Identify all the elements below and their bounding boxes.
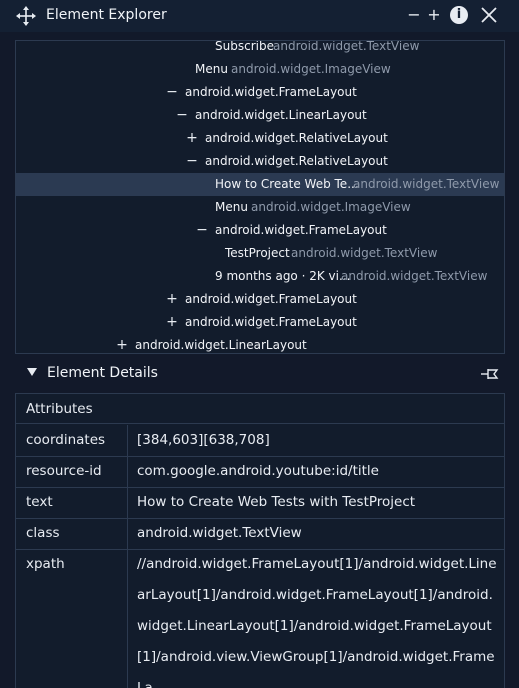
tree-node-class: android.widget.ImageView <box>251 200 411 214</box>
collapse-icon[interactable]: − <box>176 104 188 127</box>
tree-node[interactable]: + android.widget.FrameLayout <box>16 311 504 334</box>
tree-node[interactable]: − android.widget.RelativeLayout <box>16 150 504 173</box>
attr-key: xpath <box>16 549 128 688</box>
tree-node-name: android.widget.FrameLayout <box>215 223 387 237</box>
collapse-triangle-icon[interactable] <box>27 368 37 376</box>
table-row: class android.widget.TextView <box>16 518 504 550</box>
tree-node-class: android.widget.TextView <box>291 246 438 260</box>
tree-node-name: android.widget.RelativeLayout <box>205 154 388 168</box>
close-icon[interactable] <box>480 6 498 24</box>
collapse-icon[interactable]: − <box>186 150 198 173</box>
add-icon[interactable]: + <box>424 4 444 26</box>
pin-icon[interactable] <box>481 367 499 381</box>
info-icon[interactable]: i <box>450 6 468 24</box>
tree-node-name: android.widget.FrameLayout <box>185 315 357 329</box>
tree-node[interactable]: TestProject android.widget.TextView <box>16 242 504 265</box>
tree-node[interactable]: Menu android.widget.ImageView <box>16 196 504 219</box>
tree-node-class: android.widget.ImageView <box>231 62 391 76</box>
attr-value[interactable]: How to Create Web Tests with TestProject <box>137 487 497 518</box>
tree-node-class: android.widget.TextView <box>353 177 500 191</box>
table-header: Attributes <box>16 394 504 424</box>
element-tree[interactable]: Subscribe android.widget.TextView Menu a… <box>15 40 505 354</box>
expand-icon[interactable]: + <box>166 311 178 334</box>
tree-node[interactable]: + android.widget.LinearLayout <box>16 334 504 353</box>
attr-key: resource-id <box>16 456 128 487</box>
tree-node-name: android.widget.LinearLayout <box>135 338 307 352</box>
table-row: coordinates [384,603][638,708] <box>16 425 504 457</box>
tree-node[interactable]: + android.widget.FrameLayout <box>16 288 504 311</box>
tree-node-name: 9 months ago · 2K vi... <box>215 269 351 283</box>
title-bar: Element Explorer − + i <box>0 0 519 32</box>
tree-node[interactable]: − android.widget.FrameLayout <box>16 219 504 242</box>
attr-key: text <box>16 487 128 518</box>
tree-node[interactable]: Subscribe android.widget.TextView <box>16 40 504 58</box>
tree-node-name: android.widget.FrameLayout <box>185 85 357 99</box>
xpath-value[interactable]: //android.widget.FrameLayout[1]/android.… <box>137 549 497 688</box>
tree-node-class: android.widget.TextView <box>341 269 488 283</box>
tree-node-class: android.widget.TextView <box>273 40 420 53</box>
window-title: Element Explorer <box>46 7 167 23</box>
tree-node-selected[interactable]: How to Create Web Te... android.widget.T… <box>16 173 504 196</box>
tree-node-name: Menu <box>195 62 228 76</box>
attributes-table: Attributes coordinates [384,603][638,708… <box>15 393 505 688</box>
attr-value[interactable]: com.google.android.youtube:id/title <box>137 456 497 487</box>
tree-node-name: Menu <box>215 200 248 214</box>
tree-node[interactable]: − android.widget.FrameLayout <box>16 81 504 104</box>
expand-icon[interactable]: + <box>116 334 128 353</box>
table-row: resource-id com.google.android.youtube:i… <box>16 456 504 488</box>
expand-icon[interactable]: + <box>166 288 178 311</box>
tree-node-name: TestProject <box>225 246 290 260</box>
expand-icon[interactable]: + <box>186 127 198 150</box>
attr-key: coordinates <box>16 425 128 456</box>
tree-node-name: android.widget.LinearLayout <box>195 108 367 122</box>
attr-key: class <box>16 518 128 549</box>
attr-value[interactable]: [384,603][638,708] <box>137 425 497 456</box>
tree-node-name: android.widget.RelativeLayout <box>205 131 388 145</box>
table-row: text How to Create Web Tests with TestPr… <box>16 487 504 519</box>
collapse-icon[interactable]: − <box>166 81 178 104</box>
tree-node[interactable]: + android.widget.RelativeLayout <box>16 127 504 150</box>
tree-node-name: Subscribe <box>215 40 274 53</box>
minimize-icon[interactable]: − <box>404 4 424 26</box>
tree-node-name: How to Create Web Te... <box>215 177 359 191</box>
element-details-title: Element Details <box>47 365 158 381</box>
attr-value[interactable]: android.widget.TextView <box>137 518 497 549</box>
collapse-icon[interactable]: − <box>196 219 208 242</box>
move-icon[interactable] <box>16 6 36 26</box>
tree-node[interactable]: 9 months ago · 2K vi... android.widget.T… <box>16 265 504 288</box>
tree-node[interactable]: − android.widget.LinearLayout <box>16 104 504 127</box>
tree-node[interactable]: Menu android.widget.ImageView <box>16 58 504 81</box>
table-row: xpath //android.widget.FrameLayout[1]/an… <box>16 549 504 688</box>
tree-node-name: android.widget.FrameLayout <box>185 292 357 306</box>
